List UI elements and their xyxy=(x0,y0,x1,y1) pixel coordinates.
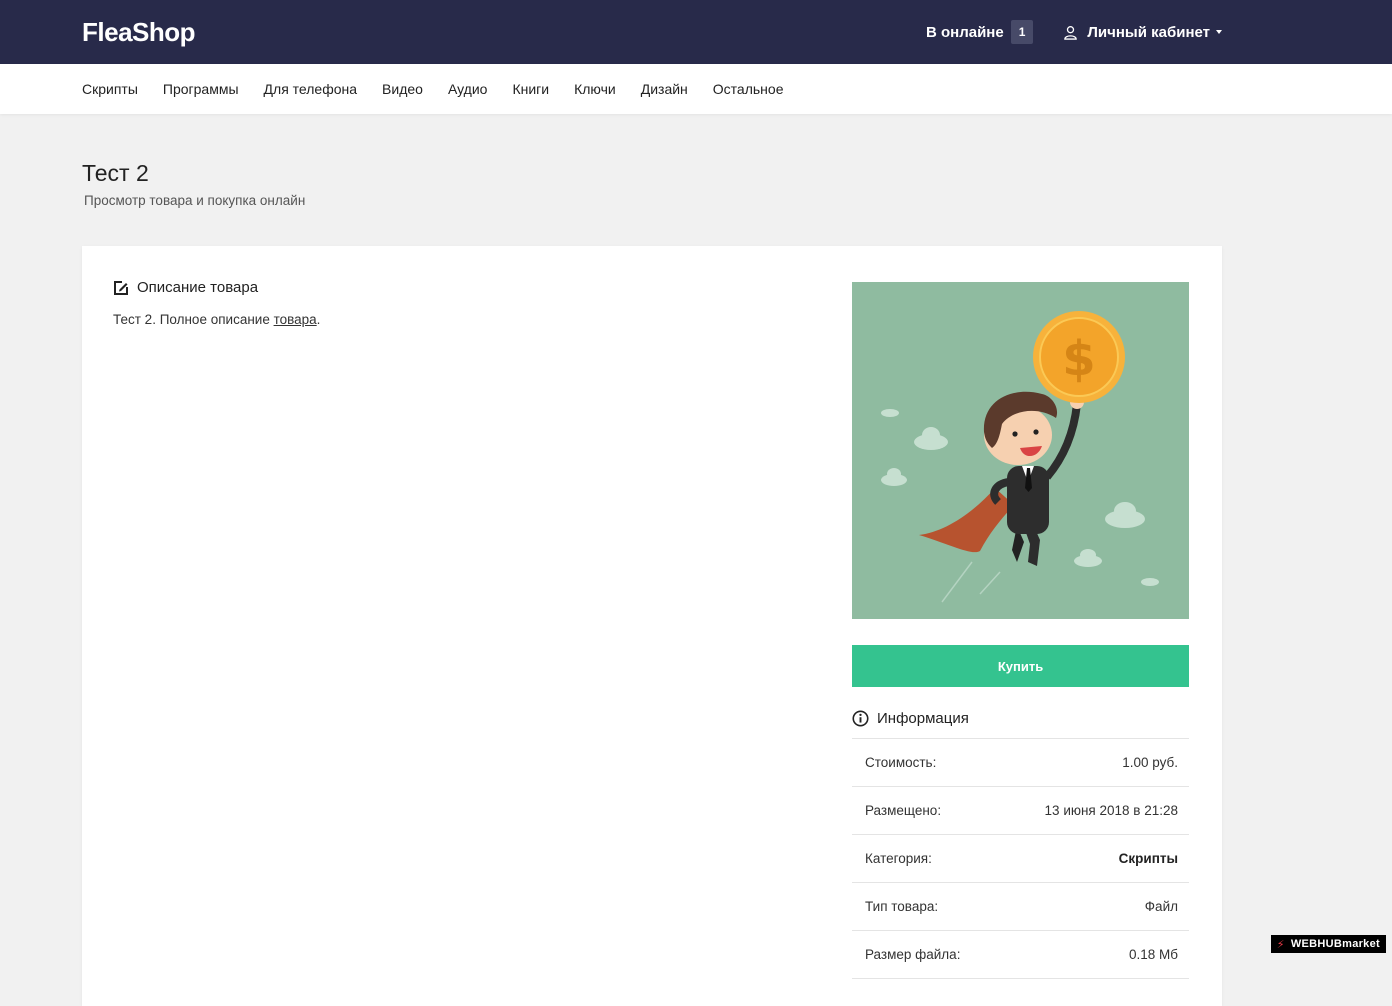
description-link[interactable]: товара xyxy=(274,312,317,327)
nav-item-scripts[interactable]: Скрипты xyxy=(82,81,138,97)
nav-item-other[interactable]: Остальное xyxy=(713,81,784,97)
info-heading: Информация xyxy=(852,710,1189,739)
topbar-right: В онлайне 1 Личный кабинет xyxy=(926,20,1222,44)
info-label: Тип товара: xyxy=(865,899,939,914)
info-label: Стоимость: xyxy=(865,755,937,770)
description-heading-label: Описание товара xyxy=(137,279,259,296)
description-text: Тест 2. Полное описание товара. xyxy=(113,312,813,327)
category-nav: Скрипты Программы Для телефона Видео Ауд… xyxy=(0,64,1392,114)
online-label: В онлайне xyxy=(925,23,1004,41)
online-indicator: В онлайне 1 xyxy=(925,20,1034,44)
product-sidebar: $ Купить Информация Стоимость: 1.00 руб.… xyxy=(852,282,1189,979)
product-card: Описание товара Тест 2. Полное описание … xyxy=(82,246,1222,1006)
nav-item-phone[interactable]: Для телефона xyxy=(264,81,357,97)
description-heading: Описание товара xyxy=(113,279,813,296)
info-value: 1.00 руб. xyxy=(1122,755,1178,770)
watermark-text: WEBHUBmarket xyxy=(1290,938,1380,950)
user-icon xyxy=(1064,25,1078,40)
info-value: 0.18 Мб xyxy=(1128,947,1178,962)
page-title: Тест 2 xyxy=(82,160,149,186)
page-subtitle: Просмотр товара и покупка онлайн xyxy=(84,193,306,208)
description-text-end: . xyxy=(316,312,321,327)
svg-text:$: $ xyxy=(1062,331,1095,387)
product-image: $ xyxy=(852,282,1189,619)
page-header: Тест 2 Просмотр товара и покупка онлайн xyxy=(0,114,1392,208)
buy-button[interactable]: Купить xyxy=(852,645,1189,687)
info-value: Файл xyxy=(1144,899,1178,914)
online-count-badge: 1 xyxy=(1010,20,1034,44)
info-row-type: Тип товара: Файл xyxy=(852,883,1189,931)
chevron-down-icon xyxy=(1216,30,1222,34)
nav-item-books[interactable]: Книги xyxy=(512,81,549,97)
topbar: FleaShop В онлайне 1 Личный кабинет xyxy=(0,0,1392,64)
info-label: Размер файла: xyxy=(865,947,961,962)
category-link[interactable]: Скрипты xyxy=(1119,851,1178,866)
logo[interactable]: FleaShop xyxy=(82,17,196,48)
info-label: Размещено: xyxy=(865,803,942,818)
nav-item-programs[interactable]: Программы xyxy=(163,81,239,97)
account-label: Личный кабинет xyxy=(1087,23,1210,41)
nav-item-audio[interactable]: Аудио xyxy=(448,81,488,97)
description-section: Описание товара Тест 2. Полное описание … xyxy=(113,279,813,327)
nav-item-design[interactable]: Дизайн xyxy=(641,81,688,97)
watermark: ⚡ WEBHUBmarket xyxy=(1270,935,1386,953)
info-label: Категория: xyxy=(865,851,932,866)
account-menu[interactable]: Личный кабинет xyxy=(1063,24,1222,41)
info-row-date: Размещено: 13 июня 2018 в 21:28 xyxy=(852,787,1189,835)
info-row-price: Стоимость: 1.00 руб. xyxy=(852,739,1189,787)
description-text-start: Тест 2. Полное описание xyxy=(113,312,274,327)
info-value: 13 июня 2018 в 21:28 xyxy=(1044,803,1178,818)
info-icon xyxy=(852,710,869,727)
info-heading-label: Информация xyxy=(877,710,969,727)
lightning-icon: ⚡ xyxy=(1276,938,1285,951)
info-row-size: Размер файла: 0.18 Мб xyxy=(852,931,1189,979)
nav-item-keys[interactable]: Ключи xyxy=(574,81,616,97)
nav-item-video[interactable]: Видео xyxy=(382,81,423,97)
info-row-category: Категория: Скрипты xyxy=(852,835,1189,883)
edit-icon xyxy=(114,280,128,295)
